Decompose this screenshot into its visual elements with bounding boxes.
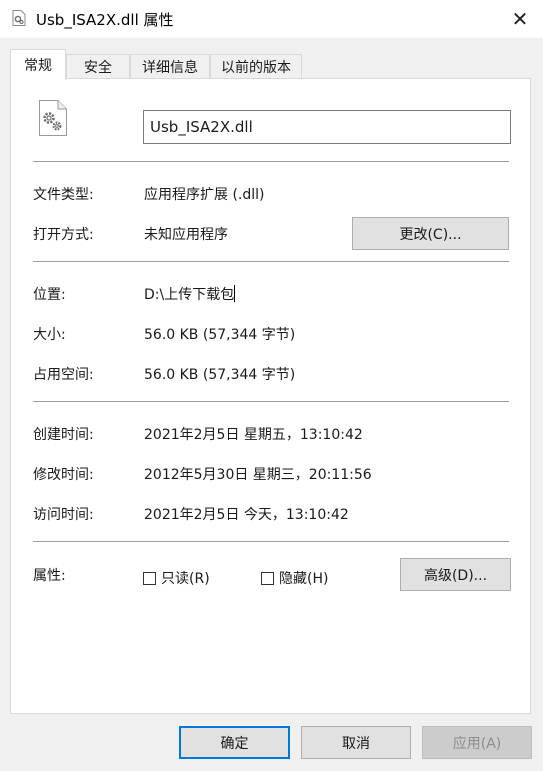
location-value: D:\上传下载包	[144, 287, 235, 303]
tab-previous-versions[interactable]: 以前的版本	[210, 54, 302, 78]
accessed-value: 2021年2月5日 今天，13:10:42	[144, 507, 349, 523]
readonly-label: 只读(R)	[161, 571, 210, 587]
hidden-label: 隐藏(H)	[279, 571, 329, 587]
divider	[33, 161, 509, 162]
location-field[interactable]: D:\上传下载包	[144, 284, 236, 304]
open-with-value: 未知应用程序	[144, 227, 228, 243]
open-with-label: 打开方式:	[33, 227, 94, 243]
accessed-label: 访问时间:	[33, 507, 94, 523]
divider	[33, 261, 509, 262]
dll-file-icon	[12, 10, 26, 26]
modified-label: 修改时间:	[33, 467, 94, 483]
size-label: 大小:	[33, 327, 66, 343]
checkbox-box[interactable]	[143, 571, 156, 585]
tab-general[interactable]: 常规	[10, 49, 66, 80]
tab-security[interactable]: 安全	[66, 54, 130, 78]
text-cursor	[234, 285, 236, 302]
location-label: 位置:	[33, 287, 66, 303]
filename-field[interactable]: Usb_ISA2X.dll	[143, 110, 511, 144]
close-icon[interactable]: ✕	[497, 0, 543, 38]
divider	[33, 401, 509, 402]
title-bar: Usb_ISA2X.dll 属性 ✕	[0, 0, 543, 38]
tab-details[interactable]: 详细信息	[130, 54, 210, 78]
advanced-button[interactable]: 高级(D)...	[400, 558, 511, 591]
change-button[interactable]: 更改(C)...	[352, 217, 509, 250]
created-value: 2021年2月5日 星期五，13:10:42	[144, 427, 363, 443]
disk-size-label: 占用空间:	[33, 367, 94, 383]
window-title: Usb_ISA2X.dll 属性	[36, 11, 174, 29]
apply-button[interactable]: 应用(A)	[422, 726, 532, 759]
ok-button[interactable]: 确定	[179, 726, 290, 759]
cancel-button[interactable]: 取消	[301, 726, 411, 759]
attributes-label: 属性:	[33, 568, 66, 584]
size-value: 56.0 KB (57,344 字节)	[144, 327, 296, 343]
hidden-checkbox[interactable]: 隐藏(H)	[261, 568, 328, 588]
divider	[33, 541, 509, 542]
dll-settings-icon	[39, 100, 67, 136]
created-label: 创建时间:	[33, 427, 94, 443]
file-type-label: 文件类型:	[33, 187, 94, 203]
readonly-checkbox[interactable]: 只读(R)	[143, 568, 210, 588]
disk-size-value: 56.0 KB (57,344 字节)	[144, 367, 296, 383]
file-type-value: 应用程序扩展 (.dll)	[144, 187, 265, 203]
checkbox-box[interactable]	[261, 571, 274, 585]
modified-value: 2012年5月30日 星期三，20:11:56	[144, 467, 372, 483]
general-tab-panel: Usb_ISA2X.dll 文件类型: 应用程序扩展 (.dll) 打开方式: …	[10, 78, 531, 714]
